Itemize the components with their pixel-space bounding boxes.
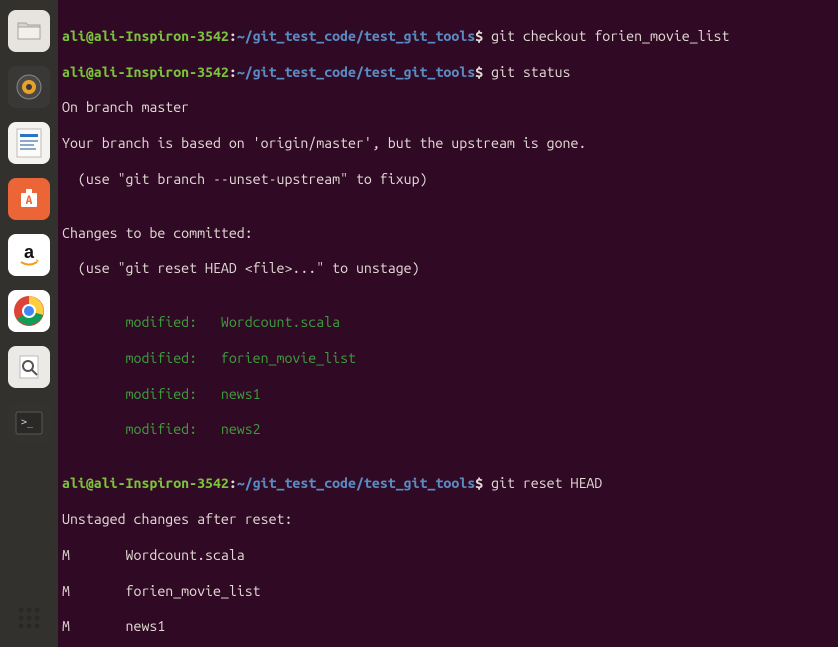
staged-file: modified: news2 xyxy=(62,421,838,439)
cmd-text: git reset HEAD xyxy=(491,475,602,491)
prompt-dollar: $ xyxy=(475,64,491,80)
staged-file: modified: forien_movie_list xyxy=(62,350,838,368)
terminal-window[interactable]: ali@ali-Inspiron-3542:~/git_test_code/te… xyxy=(58,0,838,647)
document-viewer-icon[interactable] xyxy=(8,346,50,388)
cmd-text: git checkout forien_movie_list xyxy=(491,28,729,44)
terminal-line: On branch master xyxy=(62,99,838,117)
terminal-icon[interactable]: >_ xyxy=(8,402,50,444)
files-icon[interactable] xyxy=(8,10,50,52)
prompt-colon: : xyxy=(229,28,237,44)
prompt-path: ~/git_test_code/test_git_tools xyxy=(237,64,475,80)
ubuntu-software-icon[interactable]: A xyxy=(8,178,50,220)
prompt-colon: : xyxy=(229,475,237,491)
terminal-line: ali@ali-Inspiron-3542:~/git_test_code/te… xyxy=(62,475,838,493)
libreoffice-writer-icon[interactable] xyxy=(8,122,50,164)
prompt-colon: : xyxy=(229,64,237,80)
svg-text:>_: >_ xyxy=(21,417,34,428)
launcher-dock: A a >_ xyxy=(0,0,58,647)
terminal-line: (use "git reset HEAD <file>..." to unsta… xyxy=(62,260,838,278)
svg-text:A: A xyxy=(26,194,33,207)
show-applications-icon[interactable] xyxy=(8,601,50,635)
terminal-line: Unstaged changes after reset: xyxy=(62,511,838,529)
terminal-line: ali@ali-Inspiron-3542:~/git_test_code/te… xyxy=(62,28,838,46)
svg-text:a: a xyxy=(24,242,35,262)
rhythmbox-icon[interactable] xyxy=(8,66,50,108)
terminal-line: Changes to be committed: xyxy=(62,225,838,243)
staged-file: modified: Wordcount.scala xyxy=(62,314,838,332)
amazon-icon[interactable]: a xyxy=(8,234,50,276)
staged-file: modified: news1 xyxy=(62,386,838,404)
terminal-line: ali@ali-Inspiron-3542:~/git_test_code/te… xyxy=(62,64,838,82)
prompt-dollar: $ xyxy=(475,28,491,44)
chrome-icon[interactable] xyxy=(8,290,50,332)
terminal-line: M forien_movie_list xyxy=(62,583,838,601)
terminal-line: M news1 xyxy=(62,618,838,636)
prompt-path: ~/git_test_code/test_git_tools xyxy=(237,28,475,44)
terminal-line: (use "git branch --unset-upstream" to fi… xyxy=(62,171,838,189)
prompt-path: ~/git_test_code/test_git_tools xyxy=(237,475,475,491)
cmd-text: git status xyxy=(491,64,570,80)
prompt-user: ali@ali-Inspiron-3542 xyxy=(62,475,229,491)
terminal-line: M Wordcount.scala xyxy=(62,547,838,565)
prompt-dollar: $ xyxy=(475,475,491,491)
prompt-user: ali@ali-Inspiron-3542 xyxy=(62,64,229,80)
prompt-user: ali@ali-Inspiron-3542 xyxy=(62,28,229,44)
terminal-line: Your branch is based on 'origin/master',… xyxy=(62,135,838,153)
